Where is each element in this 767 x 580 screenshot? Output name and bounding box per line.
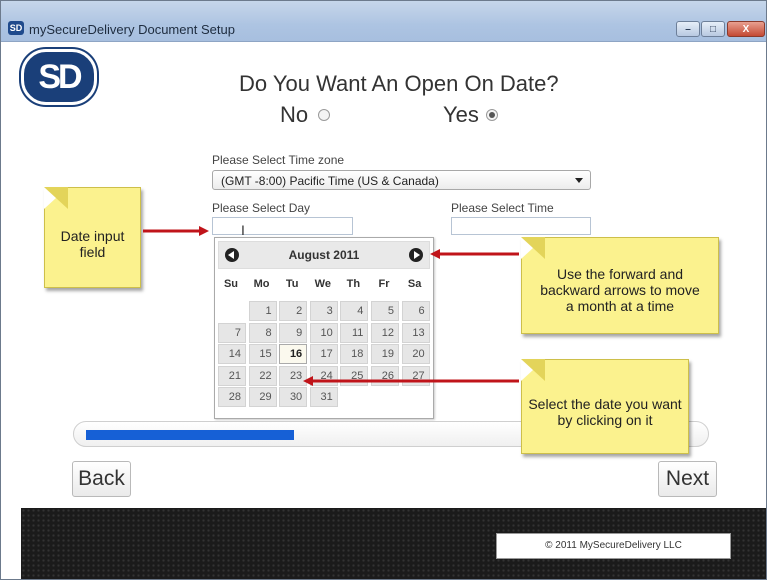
app-window: SD mySecureDelivery Document Setup – □ X… bbox=[0, 0, 767, 580]
annotation-arrows bbox=[143, 226, 519, 386]
